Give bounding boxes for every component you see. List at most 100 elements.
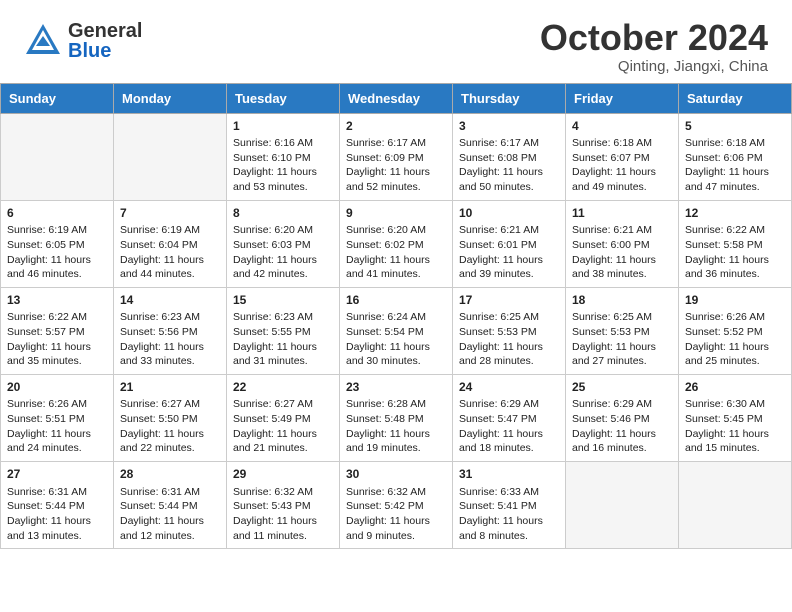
day-info: Sunrise: 6:31 AM Sunset: 5:44 PM Dayligh…: [120, 485, 221, 544]
day-of-week-thursday: Thursday: [453, 83, 566, 113]
day-info: Sunrise: 6:22 AM Sunset: 5:57 PM Dayligh…: [7, 310, 108, 369]
day-number: 23: [346, 379, 447, 396]
calendar-cell: 16Sunrise: 6:24 AM Sunset: 5:54 PM Dayli…: [340, 287, 453, 374]
calendar-cell: 7Sunrise: 6:19 AM Sunset: 6:04 PM Daylig…: [114, 200, 227, 287]
calendar-week-row: 6Sunrise: 6:19 AM Sunset: 6:05 PM Daylig…: [1, 200, 792, 287]
day-info: Sunrise: 6:32 AM Sunset: 5:42 PM Dayligh…: [346, 485, 447, 544]
day-info: Sunrise: 6:20 AM Sunset: 6:02 PM Dayligh…: [346, 223, 447, 282]
calendar-cell: [1, 113, 114, 200]
day-info: Sunrise: 6:25 AM Sunset: 5:53 PM Dayligh…: [572, 310, 673, 369]
day-info: Sunrise: 6:30 AM Sunset: 5:45 PM Dayligh…: [685, 397, 786, 456]
day-info: Sunrise: 6:23 AM Sunset: 5:55 PM Dayligh…: [233, 310, 334, 369]
day-number: 18: [572, 292, 673, 309]
day-number: 26: [685, 379, 786, 396]
day-info: Sunrise: 6:17 AM Sunset: 6:09 PM Dayligh…: [346, 136, 447, 195]
calendar-cell: 13Sunrise: 6:22 AM Sunset: 5:57 PM Dayli…: [1, 287, 114, 374]
calendar-cell: 17Sunrise: 6:25 AM Sunset: 5:53 PM Dayli…: [453, 287, 566, 374]
day-number: 19: [685, 292, 786, 309]
calendar-cell: 8Sunrise: 6:20 AM Sunset: 6:03 PM Daylig…: [227, 200, 340, 287]
location: Qinting, Jiangxi, China: [540, 58, 768, 75]
calendar-cell: [566, 462, 679, 549]
day-number: 5: [685, 118, 786, 135]
day-number: 29: [233, 466, 334, 483]
day-info: Sunrise: 6:29 AM Sunset: 5:46 PM Dayligh…: [572, 397, 673, 456]
day-info: Sunrise: 6:21 AM Sunset: 6:00 PM Dayligh…: [572, 223, 673, 282]
calendar-cell: 18Sunrise: 6:25 AM Sunset: 5:53 PM Dayli…: [566, 287, 679, 374]
calendar-cell: 27 Sunrise: 6:31 AM Sunset: 5:44 PM Dayli…: [1, 462, 114, 549]
day-number: 1: [233, 118, 334, 135]
day-info: Sunrise: 6:28 AM Sunset: 5:48 PM Dayligh…: [346, 397, 447, 456]
day-number: 17: [459, 292, 560, 309]
calendar-cell: 19Sunrise: 6:26 AM Sunset: 5:52 PM Dayli…: [679, 287, 792, 374]
header: General Blue October 2024 Qinting, Jiang…: [0, 0, 792, 83]
logo-icon: [24, 20, 62, 63]
day-info: Sunrise: 6:18 AM Sunset: 6:06 PM Dayligh…: [685, 136, 786, 195]
calendar-cell: 5Sunrise: 6:18 AM Sunset: 6:06 PM Daylig…: [679, 113, 792, 200]
calendar-week-row: 27 Sunrise: 6:31 AM Sunset: 5:44 PM Dayli…: [1, 462, 792, 549]
day-number: 15: [233, 292, 334, 309]
day-of-week-saturday: Saturday: [679, 83, 792, 113]
calendar-cell: 10Sunrise: 6:21 AM Sunset: 6:01 PM Dayli…: [453, 200, 566, 287]
day-number: 9: [346, 205, 447, 222]
day-of-week-sunday: Sunday: [1, 83, 114, 113]
logo: General Blue: [24, 18, 142, 63]
calendar-week-row: 1Sunrise: 6:16 AM Sunset: 6:10 PM Daylig…: [1, 113, 792, 200]
day-number: 24: [459, 379, 560, 396]
day-of-week-friday: Friday: [566, 83, 679, 113]
day-number: 13: [7, 292, 108, 309]
day-number: 21: [120, 379, 221, 396]
logo-blue-text: Blue: [68, 41, 142, 61]
calendar-cell: 28 Sunrise: 6:31 AM Sunset: 5:44 PM Dayli…: [114, 462, 227, 549]
day-info: Sunrise: 6:20 AM Sunset: 6:03 PM Dayligh…: [233, 223, 334, 282]
calendar-cell: 6Sunrise: 6:19 AM Sunset: 6:05 PM Daylig…: [1, 200, 114, 287]
calendar-week-row: 13Sunrise: 6:22 AM Sunset: 5:57 PM Dayli…: [1, 287, 792, 374]
day-number: 25: [572, 379, 673, 396]
calendar-cell: 25Sunrise: 6:29 AM Sunset: 5:46 PM Dayli…: [566, 375, 679, 462]
calendar-cell: 12Sunrise: 6:22 AM Sunset: 5:58 PM Dayli…: [679, 200, 792, 287]
calendar-cell: 21Sunrise: 6:27 AM Sunset: 5:50 PM Dayli…: [114, 375, 227, 462]
day-info: Sunrise: 6:26 AM Sunset: 5:52 PM Dayligh…: [685, 310, 786, 369]
day-number: 30: [346, 466, 447, 483]
calendar-cell: 30 Sunrise: 6:32 AM Sunset: 5:42 PM Dayli…: [340, 462, 453, 549]
logo-name: General Blue: [68, 21, 142, 61]
day-of-week-tuesday: Tuesday: [227, 83, 340, 113]
calendar-cell: 14Sunrise: 6:23 AM Sunset: 5:56 PM Dayli…: [114, 287, 227, 374]
day-info: Sunrise: 6:23 AM Sunset: 5:56 PM Dayligh…: [120, 310, 221, 369]
calendar-table: SundayMondayTuesdayWednesdayThursdayFrid…: [0, 83, 792, 550]
calendar-cell: 26Sunrise: 6:30 AM Sunset: 5:45 PM Dayli…: [679, 375, 792, 462]
calendar-cell: 23Sunrise: 6:28 AM Sunset: 5:48 PM Dayli…: [340, 375, 453, 462]
calendar-cell: 20Sunrise: 6:26 AM Sunset: 5:51 PM Dayli…: [1, 375, 114, 462]
day-number: 10: [459, 205, 560, 222]
day-number: 31: [459, 466, 560, 483]
day-info: Sunrise: 6:18 AM Sunset: 6:07 PM Dayligh…: [572, 136, 673, 195]
day-info: Sunrise: 6:29 AM Sunset: 5:47 PM Dayligh…: [459, 397, 560, 456]
day-number: 7: [120, 205, 221, 222]
day-info: Sunrise: 6:24 AM Sunset: 5:54 PM Dayligh…: [346, 310, 447, 369]
day-number: 3: [459, 118, 560, 135]
calendar-cell: 31Sunrise: 6:33 AM Sunset: 5:41 PM Dayli…: [453, 462, 566, 549]
day-number: 2: [346, 118, 447, 135]
day-info: Sunrise: 6:17 AM Sunset: 6:08 PM Dayligh…: [459, 136, 560, 195]
calendar-cell: 3Sunrise: 6:17 AM Sunset: 6:08 PM Daylig…: [453, 113, 566, 200]
page: General Blue October 2024 Qinting, Jiang…: [0, 0, 792, 612]
day-info: Sunrise: 6:32 AM Sunset: 5:43 PM Dayligh…: [233, 485, 334, 544]
day-number: 12: [685, 205, 786, 222]
day-info: Sunrise: 6:26 AM Sunset: 5:51 PM Dayligh…: [7, 397, 108, 456]
day-of-week-wednesday: Wednesday: [340, 83, 453, 113]
title-block: October 2024 Qinting, Jiangxi, China: [540, 18, 768, 75]
calendar-header-row: SundayMondayTuesdayWednesdayThursdayFrid…: [1, 83, 792, 113]
day-of-week-monday: Monday: [114, 83, 227, 113]
calendar-cell: 11Sunrise: 6:21 AM Sunset: 6:00 PM Dayli…: [566, 200, 679, 287]
day-number: 27: [7, 466, 108, 483]
calendar-cell: 2Sunrise: 6:17 AM Sunset: 6:09 PM Daylig…: [340, 113, 453, 200]
day-info: Sunrise: 6:19 AM Sunset: 6:05 PM Dayligh…: [7, 223, 108, 282]
logo-general-text: General: [68, 21, 142, 41]
day-info: Sunrise: 6:31 AM Sunset: 5:44 PM Dayligh…: [7, 485, 108, 544]
calendar-cell: 9Sunrise: 6:20 AM Sunset: 6:02 PM Daylig…: [340, 200, 453, 287]
day-number: 28: [120, 466, 221, 483]
calendar-cell: 24Sunrise: 6:29 AM Sunset: 5:47 PM Dayli…: [453, 375, 566, 462]
day-info: Sunrise: 6:27 AM Sunset: 5:50 PM Dayligh…: [120, 397, 221, 456]
day-number: 16: [346, 292, 447, 309]
calendar-cell: 15Sunrise: 6:23 AM Sunset: 5:55 PM Dayli…: [227, 287, 340, 374]
day-number: 20: [7, 379, 108, 396]
